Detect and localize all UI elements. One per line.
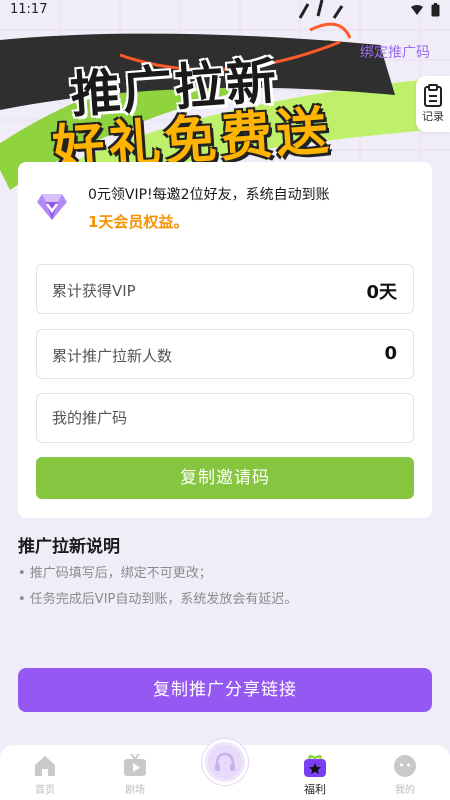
promo-card: 0元领VIP!每邀2位好友，系统自动到账 1天会员权益。 累计获得VIP 0天 …	[18, 162, 432, 518]
nav-label-welfare: 福利	[304, 783, 326, 796]
profile-icon	[394, 755, 416, 777]
instructions-title: 推广拉新说明	[18, 537, 120, 557]
nav-item-profile[interactable]: 我的	[370, 749, 440, 796]
promo-reward: 1天会员权益。	[88, 213, 189, 231]
bottom-nav: 首页 剧场 福利 我的	[0, 739, 450, 800]
vip-gem-icon	[37, 194, 67, 220]
nav-item-audio[interactable]	[202, 739, 248, 785]
promo-code-field[interactable]	[36, 393, 414, 443]
clipboard-icon	[424, 84, 442, 107]
wifi-icon	[411, 4, 424, 15]
home-icon	[35, 756, 55, 776]
headphones-icon	[208, 745, 242, 779]
vip-days-field: 累计获得VIP 0天	[36, 264, 414, 314]
status-time: 11:17	[10, 2, 48, 17]
status-icons	[410, 2, 440, 17]
nav-label-profile: 我的	[395, 785, 415, 796]
instruction-item: • 推广码填写后，绑定不可更改；	[18, 566, 212, 581]
status-bar: 11:17	[0, 0, 450, 22]
copy-invite-code-button[interactable]: 复制邀请码	[36, 457, 414, 499]
vip-days-label: 累计获得VIP	[52, 282, 136, 300]
promo-description: 0元领VIP!每邀2位好友，系统自动到账	[88, 187, 330, 203]
nav-item-home[interactable]: 首页	[10, 749, 80, 796]
nav-item-theater[interactable]: 剧场	[100, 749, 170, 796]
invite-count-value: 0	[384, 343, 397, 364]
vip-days-value: 0天	[366, 282, 397, 303]
nav-item-welfare[interactable]: 福利	[280, 749, 350, 797]
invite-count-label: 累计推广拉新人数	[52, 347, 173, 365]
gift-icon	[304, 755, 326, 777]
nav-label-home: 首页	[35, 785, 55, 796]
copy-share-link-button[interactable]: 复制推广分享链接	[18, 668, 432, 712]
battery-icon	[431, 2, 440, 16]
record-button[interactable]: 记录	[416, 76, 450, 132]
bind-code-link[interactable]: 绑定推广码	[360, 42, 430, 62]
record-label: 记录	[422, 110, 444, 123]
instruction-item: • 任务完成后VIP自动到账，系统发放会有延迟。	[18, 592, 298, 607]
promo-code-input[interactable]	[37, 394, 413, 442]
tv-icon	[124, 753, 146, 776]
nav-label-theater: 剧场	[125, 785, 145, 796]
invite-count-field: 累计推广拉新人数 0	[36, 329, 414, 379]
